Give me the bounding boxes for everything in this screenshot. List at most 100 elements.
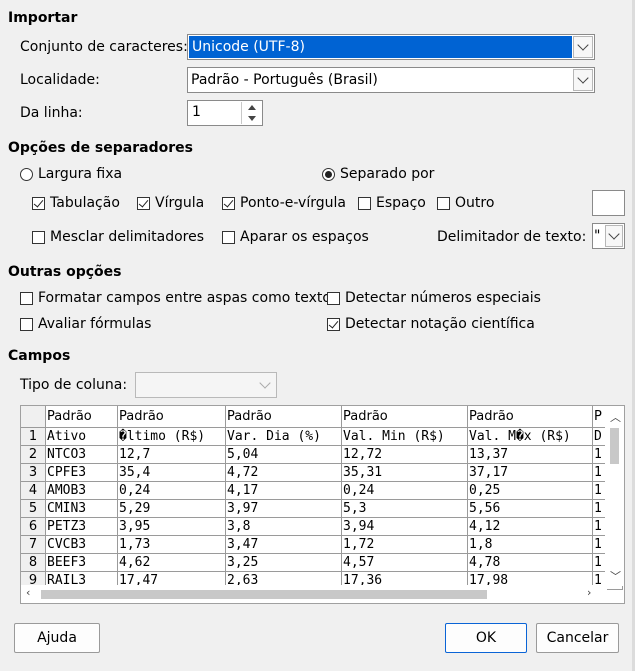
checkbox-icon (358, 196, 371, 210)
merge-delimiters-checkbox[interactable]: Mesclar delimitadores (32, 229, 204, 245)
space-label: Espaço (376, 195, 426, 211)
spin-up-button[interactable] (242, 102, 261, 113)
grid-cell: Var. Dia (%) (226, 428, 342, 446)
grid-cell: CPFE3 (46, 464, 118, 482)
grid-cell: 13,37 (468, 446, 593, 464)
column-header[interactable]: Padrão (342, 406, 468, 428)
charset-select[interactable]: Unicode (UTF-8) (187, 34, 595, 60)
merge-delimiters-label: Mesclar delimitadores (50, 229, 205, 245)
radio-checked-icon (322, 167, 335, 181)
grid-cell: 1,72 (342, 536, 468, 554)
checkbox-icon (437, 196, 450, 210)
space-checkbox[interactable]: Espaço (358, 195, 426, 211)
detect-scientific-checkbox[interactable]: Detectar notação científica (327, 316, 535, 332)
chevron-down-icon (608, 228, 620, 240)
grid-cell: 5,29 (118, 500, 226, 518)
other-separator-input[interactable] (592, 190, 625, 216)
from-row-value: 1 (192, 104, 201, 120)
locale-dropdown-button[interactable] (573, 69, 593, 91)
grid-cell: 0,24 (342, 482, 468, 500)
locale-select[interactable]: Padrão - Português (Brasil) (187, 67, 595, 93)
horizontal-scroll-thumb[interactable] (41, 590, 487, 599)
row-number: 3 (21, 464, 46, 482)
separators-section-title: Opções de separadores (8, 140, 193, 156)
trim-spaces-checkbox[interactable]: Aparar os espaços (222, 229, 369, 245)
other-options-section-title: Outras opções (8, 264, 122, 280)
horizontal-scrollbar[interactable]: ‹ › (21, 585, 607, 603)
cancel-button[interactable]: Cancelar (536, 623, 619, 653)
detect-special-numbers-checkbox[interactable]: Detectar números especiais (327, 290, 541, 306)
other-label: Outro (455, 195, 495, 211)
grid-cell: 37,17 (468, 464, 593, 482)
grid-cell: 3,95 (118, 518, 226, 536)
grid-corner (21, 406, 46, 428)
grid-cell: 1,8 (468, 536, 593, 554)
row-number: 2 (21, 446, 46, 464)
trim-spaces-label: Aparar os espaços (240, 229, 369, 245)
checkbox-icon (20, 291, 33, 305)
grid-cell: 1,73 (118, 536, 226, 554)
grid-cell: 12,7 (118, 446, 226, 464)
grid-cell: 4,78 (468, 554, 593, 572)
grid-cell: 12,72 (342, 446, 468, 464)
row-number: 4 (21, 482, 46, 500)
radio-icon (20, 167, 33, 181)
row-number: 1 (21, 428, 46, 446)
fixed-width-radio[interactable]: Largura fixa (20, 166, 122, 182)
quoted-as-text-label: Formatar campos entre aspas como texto (38, 290, 331, 306)
column-type-dropdown-button[interactable] (255, 374, 275, 396)
separated-by-radio[interactable]: Separado por (322, 166, 434, 182)
semicolon-checkbox[interactable]: Ponto-e-vírgula (222, 195, 346, 211)
column-header[interactable]: Padrão (226, 406, 342, 428)
fixed-width-label: Largura fixa (38, 166, 123, 182)
tab-label: Tabulação (50, 195, 120, 211)
fields-section-title: Campos (8, 348, 71, 364)
text-delimiter-select[interactable]: " (592, 223, 625, 249)
scroll-right-icon[interactable]: › (587, 586, 591, 599)
spin-down-button[interactable] (242, 113, 261, 124)
column-header[interactable]: Padrão (118, 406, 226, 428)
grid-cell: NTCO3 (46, 446, 118, 464)
grid-cell: 5,56 (468, 500, 593, 518)
evaluate-formulas-label: Avaliar fórmulas (38, 316, 152, 332)
help-button[interactable]: Ajuda (14, 623, 100, 653)
checkbox-icon (20, 317, 33, 331)
comma-label: Vírgula (155, 195, 205, 211)
row-number: 7 (21, 536, 46, 554)
charset-dropdown-button[interactable] (573, 36, 593, 58)
comma-checkbox[interactable]: Vírgula (137, 195, 204, 211)
ok-button[interactable]: OK (445, 623, 527, 653)
scroll-up-icon[interactable]: ︿ (610, 409, 621, 425)
grid-cell: 3,94 (342, 518, 468, 536)
triangle-down-icon (247, 116, 256, 121)
grid-cell: 35,4 (118, 464, 226, 482)
column-header[interactable]: Padrão (468, 406, 593, 428)
separated-by-label: Separado por (340, 166, 435, 182)
vertical-scroll-thumb[interactable] (610, 428, 619, 464)
quoted-as-text-checkbox[interactable]: Formatar campos entre aspas como texto (20, 290, 331, 306)
other-checkbox[interactable]: Outro (437, 195, 494, 211)
grid-cell: Val. Min (R$) (342, 428, 468, 446)
evaluate-formulas-checkbox[interactable]: Avaliar fórmulas (20, 316, 151, 332)
grid-cell: 3,25 (226, 554, 342, 572)
scroll-down-icon[interactable]: ﹀ (610, 568, 621, 584)
scroll-left-icon[interactable]: ‹ (26, 586, 30, 599)
row-number: 6 (21, 518, 46, 536)
chevron-down-icon (259, 377, 271, 389)
grid-cell: 3,47 (226, 536, 342, 554)
grid-cell: AMOB3 (46, 482, 118, 500)
checkbox-icon (222, 230, 235, 244)
grid-cell: 4,57 (342, 554, 468, 572)
checkbox-icon (327, 291, 340, 305)
column-type-select[interactable] (135, 372, 277, 398)
grid-cell: 4,72 (226, 464, 342, 482)
detect-special-numbers-label: Detectar números especiais (345, 290, 541, 306)
text-delimiter-dropdown-button[interactable] (605, 225, 623, 247)
tab-checkbox[interactable]: Tabulação (32, 195, 120, 211)
from-row-spinbox[interactable]: 1 (187, 100, 263, 126)
vertical-scrollbar[interactable]: ︿ ﹀ (605, 406, 624, 586)
row-number: 5 (21, 500, 46, 518)
grid-cell: �ltimo (R$) (118, 428, 226, 446)
column-header[interactable]: Padrão (46, 406, 118, 428)
preview-grid[interactable]: Padrão Padrão Padrão Padrão Padrão P 1 Ativo �lt… (20, 405, 625, 604)
